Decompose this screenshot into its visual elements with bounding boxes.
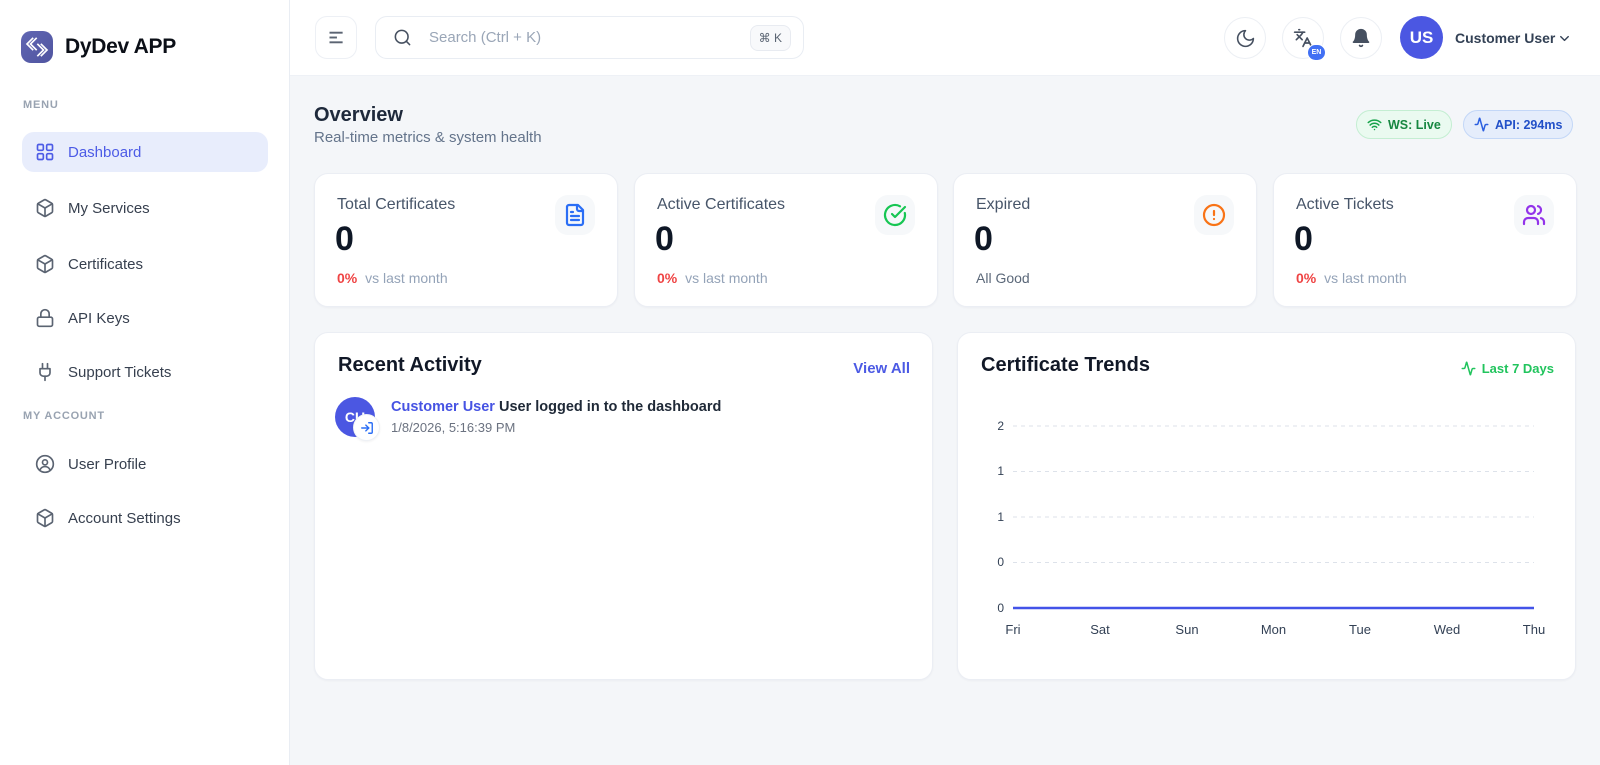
svg-text:0: 0 (997, 601, 1004, 615)
svg-text:Mon: Mon (1261, 622, 1286, 637)
svg-text:0: 0 (997, 555, 1004, 569)
svg-text:Sun: Sun (1175, 622, 1198, 637)
svg-text:1: 1 (997, 510, 1004, 524)
svg-text:Tue: Tue (1349, 622, 1371, 637)
svg-text:Sat: Sat (1090, 622, 1110, 637)
svg-text:2: 2 (997, 419, 1004, 433)
svg-text:Thu: Thu (1523, 622, 1545, 637)
svg-text:Fri: Fri (1005, 622, 1020, 637)
svg-text:Wed: Wed (1434, 622, 1461, 637)
svg-text:1: 1 (997, 464, 1004, 478)
